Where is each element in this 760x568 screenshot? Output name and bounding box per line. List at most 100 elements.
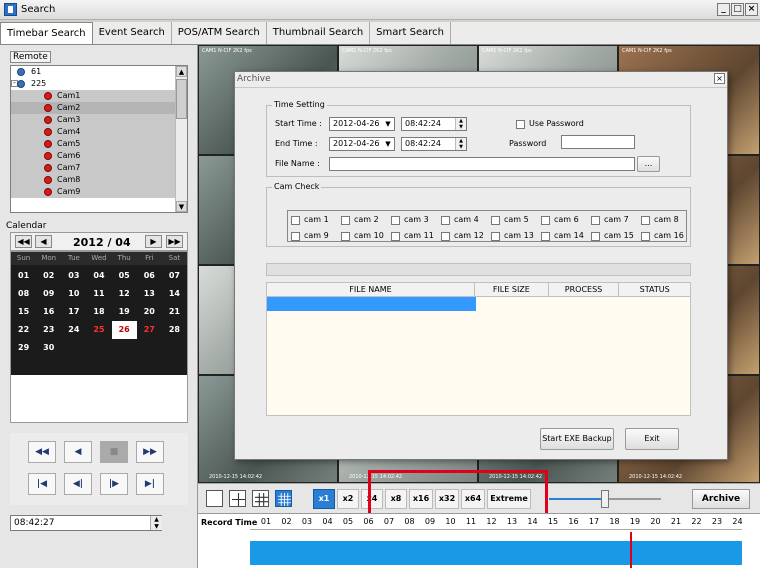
tab-smart-search[interactable]: Smart Search (370, 22, 451, 44)
first-frame-icon[interactable]: |◀ (28, 473, 56, 495)
calendar-day[interactable]: 10 (61, 285, 86, 303)
speed-x16-button[interactable]: x16 (409, 489, 433, 509)
calendar-day[interactable]: 11 (86, 285, 111, 303)
cam-checkbox[interactable] (491, 216, 500, 225)
tree-node-225[interactable]: -225 (11, 78, 187, 90)
cam-checkbox[interactable] (591, 232, 600, 241)
file-name-input[interactable] (329, 157, 635, 171)
layout-4x4-icon[interactable] (275, 490, 292, 507)
tree-scrollbar[interactable]: ▲ ▼ (175, 66, 187, 212)
calendar-day[interactable]: 27 (137, 321, 162, 339)
tab-event-search[interactable]: Event Search (92, 22, 172, 44)
use-password-checkbox[interactable] (516, 120, 525, 129)
tree-cam-8[interactable]: Cam8 (11, 174, 187, 186)
step-forward-icon[interactable]: |▶ (100, 473, 128, 495)
calendar-day[interactable]: 25 (86, 321, 111, 339)
start-time-spinner[interactable]: 08:42:24 ▲ ▼ (401, 117, 467, 131)
calendar-day[interactable]: 18 (86, 303, 111, 321)
cam-checkbox[interactable] (441, 232, 450, 241)
archive-button[interactable]: Archive (692, 489, 750, 509)
cam-checkbox[interactable] (291, 216, 300, 225)
col-process[interactable]: PROCESS (549, 283, 620, 296)
tree-cam-2[interactable]: Cam2 (11, 102, 187, 114)
calendar-day[interactable]: 26 (111, 321, 137, 339)
reverse-play-icon[interactable]: ◀ (64, 441, 92, 463)
scroll-down-icon[interactable]: ▼ (176, 201, 187, 212)
tree-cam-1[interactable]: Cam1 (11, 90, 187, 102)
dialog-close-icon[interactable]: × (714, 73, 725, 84)
speed-slider-thumb[interactable] (601, 490, 609, 508)
tree-node-61[interactable]: 61 (11, 66, 187, 78)
cam-checkbox[interactable] (441, 216, 450, 225)
calendar-day[interactable]: 17 (61, 303, 86, 321)
start-exe-backup-button[interactable]: Start EXE Backup (540, 428, 614, 450)
cam-checkbox[interactable] (641, 232, 650, 241)
calendar-day[interactable]: 23 (36, 321, 61, 339)
calendar-day[interactable]: 24 (61, 321, 86, 339)
scroll-thumb[interactable] (176, 79, 187, 119)
stop-icon[interactable]: ■ (100, 441, 128, 463)
password-input[interactable] (561, 135, 635, 149)
calendar-day[interactable]: 04 (86, 267, 111, 285)
table-row[interactable] (267, 297, 476, 311)
calendar-day[interactable]: 06 (137, 267, 162, 285)
calendar-day[interactable]: 16 (36, 303, 61, 321)
fast-forward-icon[interactable]: ▶▶ (136, 441, 164, 463)
layout-3x3-icon[interactable] (252, 490, 269, 507)
prev-month-icon[interactable]: ◀ (35, 235, 52, 248)
minimize-button[interactable]: _ (717, 3, 730, 16)
maximize-button[interactable]: □ (731, 3, 744, 16)
recorded-segment-bar[interactable] (250, 541, 742, 565)
prev-year-icon[interactable]: ◀◀ (15, 235, 32, 248)
col-status[interactable]: STATUS (619, 283, 690, 296)
calendar-day[interactable]: 08 (11, 285, 36, 303)
calendar-day[interactable]: 19 (112, 303, 137, 321)
col-file-name[interactable]: FILE NAME (267, 283, 476, 296)
calendar-day[interactable]: 20 (137, 303, 162, 321)
time-spin-icon[interactable]: ▲ ▼ (150, 516, 162, 530)
calendar-day[interactable]: 03 (61, 267, 86, 285)
spinner-icon[interactable]: ▲ ▼ (455, 118, 466, 130)
cam-checkbox[interactable] (391, 216, 400, 225)
speed-x4-button[interactable]: x4 (361, 489, 383, 509)
speed-x64-button[interactable]: x64 (461, 489, 485, 509)
col-file-size[interactable]: FILE SIZE (475, 283, 549, 296)
device-tree[interactable]: 61 -225 Cam1 Cam2 Cam3 Cam4 Cam5 Cam6 Ca… (10, 65, 188, 213)
spinner-icon[interactable]: ▲ ▼ (455, 138, 466, 150)
speed-x8-button[interactable]: x8 (385, 489, 407, 509)
speed-x1-button[interactable]: x1 (313, 489, 335, 509)
calendar-day[interactable]: 07 (162, 267, 187, 285)
calendar-day[interactable]: 02 (36, 267, 61, 285)
layout-1x1-icon[interactable] (206, 490, 223, 507)
calendar-day[interactable]: 14 (162, 285, 187, 303)
tree-cam-6[interactable]: Cam6 (11, 150, 187, 162)
cam-checkbox[interactable] (291, 232, 300, 241)
close-button[interactable]: × (745, 3, 758, 16)
scroll-up-icon[interactable]: ▲ (176, 66, 187, 77)
tree-cam-7[interactable]: Cam7 (11, 162, 187, 174)
time-input[interactable]: 08:42:27 (10, 515, 162, 531)
speed-x32-button[interactable]: x32 (435, 489, 459, 509)
timeline-cursor[interactable] (630, 532, 632, 568)
tree-cam-9[interactable]: Cam9 (11, 186, 187, 198)
cam-checkbox[interactable] (541, 232, 550, 241)
end-date-select[interactable]: 2012-04-26 ▼ (329, 137, 395, 151)
calendar-day[interactable]: 21 (162, 303, 187, 321)
record-timeline[interactable]: Record Time 01 02 03 04 05 06 07 08 09 10 11 12 13 14… (198, 513, 760, 568)
next-year-icon[interactable]: ▶▶ (166, 235, 183, 248)
cam-checkbox[interactable] (541, 216, 550, 225)
tab-timebar-search[interactable]: Timebar Search (0, 22, 93, 44)
cam-checkbox[interactable] (341, 216, 350, 225)
cam-checkbox[interactable] (341, 232, 350, 241)
dropdown-icon[interactable]: ▼ (382, 118, 394, 130)
calendar-day[interactable]: 30 (36, 339, 61, 357)
calendar-day[interactable]: 09 (36, 285, 61, 303)
tree-cam-4[interactable]: Cam4 (11, 126, 187, 138)
browse-button[interactable]: ... (637, 156, 660, 172)
cam-checkbox[interactable] (641, 216, 650, 225)
file-table[interactable]: FILE NAME FILE SIZE PROCESS STATUS (266, 282, 691, 416)
calendar-day[interactable]: 01 (11, 267, 36, 285)
rewind-icon[interactable]: ◀◀ (28, 441, 56, 463)
layout-2x2-icon[interactable] (229, 490, 246, 507)
remote-label[interactable]: Remote (10, 51, 51, 63)
